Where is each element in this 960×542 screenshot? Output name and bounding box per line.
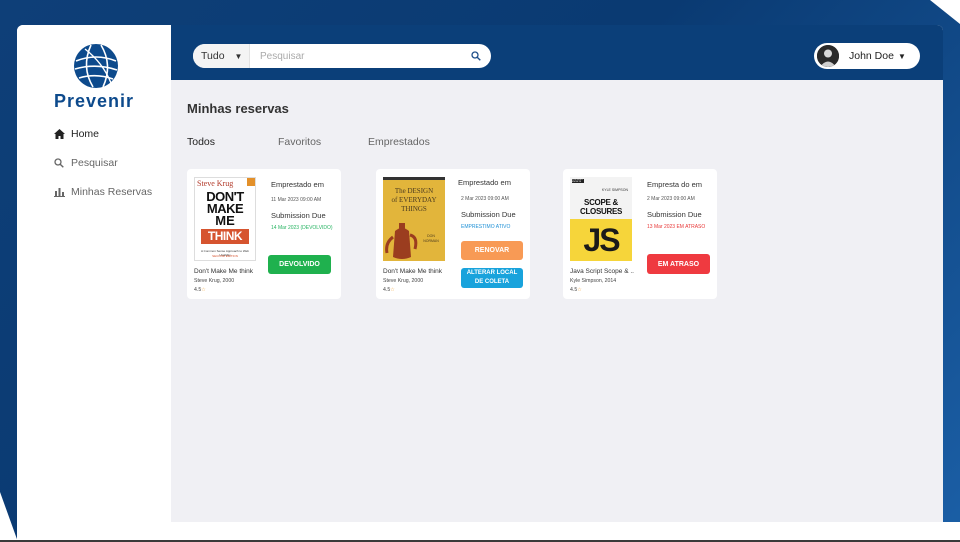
tab-favoritos[interactable]: Favoritos: [278, 136, 321, 148]
reservation-card: The DESIGN of EVERYDAY THINGS DON NORMAN…: [376, 169, 530, 299]
due-label: Submission Due: [271, 211, 326, 220]
cover-band: [383, 177, 445, 180]
sidebar-item-pesquisar[interactable]: Pesquisar: [53, 155, 118, 171]
cover-author: DON NORMAN: [423, 234, 439, 243]
cover-series: YOU DON'T KNOW JS: [572, 179, 584, 183]
reservation-card: YOU DON'T KNOW JS KYLE SIMPSON SCOPE & C…: [563, 169, 717, 299]
book-title[interactable]: Don't Make Me think: [383, 268, 442, 275]
borrowed-date: 11 Mar 2023 09:00 AM: [271, 197, 322, 203]
book-rating: 4.5☆: [194, 287, 206, 293]
cover-author: KYLE SIMPSON: [601, 188, 628, 192]
star-icon: ☆: [577, 287, 582, 293]
user-name: John Doe: [849, 50, 894, 62]
cover-js-logo: JS: [583, 222, 620, 258]
book-rating: 4.5☆: [383, 287, 395, 293]
returned-button[interactable]: DEVOLVIDO: [268, 255, 331, 274]
star-icon: ☆: [390, 287, 395, 293]
sidebar-item-label: Home: [71, 128, 100, 140]
tab-emprestados[interactable]: Emprestados: [368, 136, 430, 148]
sidebar-item-home[interactable]: Home: [53, 126, 99, 142]
book-author: Steve Krug, 2000: [383, 278, 424, 284]
search-icon: [471, 51, 481, 61]
search-input[interactable]: [250, 50, 461, 62]
search-bar: Tudo ▼: [193, 44, 491, 68]
cover-title-line: THINGS: [401, 205, 427, 213]
cover-edition: SECOND EDITION: [212, 254, 238, 258]
sidebar: Prevenir Home Pesquisar Minhas Reservas: [17, 25, 171, 522]
star-icon: ☆: [201, 287, 206, 293]
borrowed-label: Emprestado em: [271, 180, 324, 189]
due-status: EMPRESTIMO ATIVO: [461, 224, 511, 230]
borrowed-date: 2 Mar 2023 09:00 AM: [461, 196, 509, 202]
due-status: 13 Mar 2023 EM ATRASO: [647, 224, 706, 230]
cover-corner: [247, 178, 255, 186]
due-label: Submission Due: [461, 210, 516, 219]
caret-down-icon: ▼: [897, 51, 906, 61]
globe-logo-icon: [74, 44, 118, 88]
cover-title-line: SCOPE &: [584, 198, 618, 207]
sidebar-item-label: Pesquisar: [71, 157, 118, 169]
book-author: Kyle Simpson, 2014: [570, 278, 617, 284]
avatar: [817, 45, 839, 67]
search-category-value: Tudo: [201, 50, 225, 62]
tab-todos[interactable]: Todos: [187, 136, 215, 148]
sidebar-item-label: Minhas Reservas: [71, 186, 153, 198]
page-title: Minhas reservas: [187, 101, 289, 116]
caret-down-icon: ▼: [234, 51, 243, 61]
borrowed-label: Emprestado em: [458, 178, 511, 187]
overdue-button[interactable]: EM ATRASO: [647, 254, 710, 274]
search-icon: [53, 157, 65, 169]
book-author: Steve Krug, 2000: [194, 278, 235, 284]
book-cover[interactable]: The DESIGN of EVERYDAY THINGS DON NORMAN: [383, 177, 445, 261]
bar-chart-icon: [53, 186, 65, 198]
user-menu[interactable]: John Doe ▼: [814, 43, 920, 69]
sidebar-item-minhas-reservas[interactable]: Minhas Reservas: [53, 184, 152, 200]
top-bar: Tudo ▼ John Doe ▼: [171, 25, 943, 80]
background-corner: [930, 0, 960, 24]
book-title[interactable]: Java Script Scope & ..: [570, 268, 634, 275]
borrowed-date: 2 Mar 2023 09:00 AM: [647, 196, 695, 202]
app-window: Prevenir Home Pesquisar Minhas Reservas …: [17, 25, 943, 522]
book-rating: 4.5☆: [570, 287, 582, 293]
teapot-illustration-icon: [385, 223, 418, 259]
book-title[interactable]: Don't Make Me think: [194, 268, 253, 275]
background-corner: [0, 492, 18, 542]
background-strip: [17, 522, 960, 542]
brand-name: Prevenir: [53, 91, 135, 111]
change-pickup-location-button[interactable]: ALTERAR LOCAL DE COLETA: [461, 268, 523, 288]
cover-title-line: CLOSURES: [579, 207, 623, 216]
main-content: Minhas reservas Todos Favoritos Empresta…: [171, 80, 943, 522]
book-cover[interactable]: YOU DON'T KNOW JS KYLE SIMPSON SCOPE & C…: [570, 177, 632, 261]
renew-button[interactable]: RENOVAR: [461, 241, 523, 260]
search-category-select[interactable]: Tudo ▼: [193, 44, 250, 68]
reservation-card: Steve Krug DON'T MAKE ME THINK A Common …: [187, 169, 341, 299]
book-cover[interactable]: Steve Krug DON'T MAKE ME THINK A Common …: [194, 177, 256, 261]
cover-title-line: THINK: [201, 229, 249, 244]
search-button[interactable]: [461, 44, 491, 68]
due-label: Submission Due: [647, 210, 702, 219]
borrowed-label: Empresta do em: [647, 180, 703, 189]
cover-title-line: ME: [215, 213, 235, 228]
due-status: 14 Mar 2023 (DEVOLVIDO): [271, 225, 333, 231]
home-icon: [53, 128, 65, 140]
